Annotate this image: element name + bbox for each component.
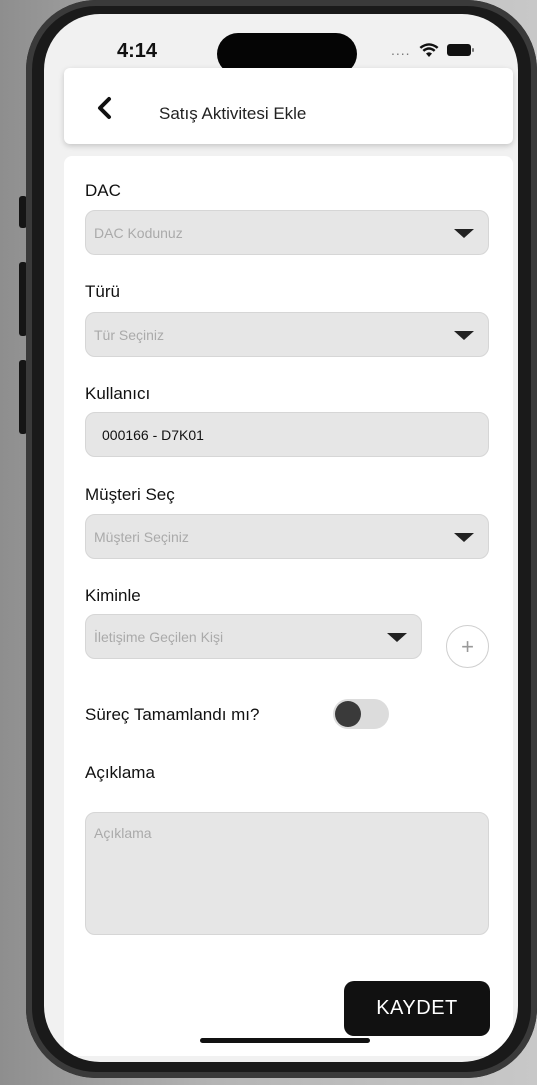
dac-select[interactable]: DAC Kodunuz <box>85 210 489 255</box>
battery-icon <box>446 44 474 56</box>
turu-placeholder: Tür Seçiniz <box>94 326 165 343</box>
kiminle-placeholder: İletişime Geçilen Kişi <box>94 628 224 645</box>
caret-down-icon <box>454 331 474 340</box>
caret-down-icon <box>454 229 474 238</box>
chevron-left-icon[interactable] <box>94 96 114 120</box>
kullanici-field[interactable]: 000166 - D7K01 <box>85 412 489 457</box>
caret-down-icon <box>454 533 474 542</box>
status-time: 4:14 <box>117 40 158 62</box>
kullanici-label: Kullanıcı <box>85 384 151 403</box>
aciklama-textarea[interactable]: Açıklama <box>85 812 489 935</box>
toggle-knob <box>335 701 361 727</box>
musteri-select[interactable]: Müşteri Seçiniz <box>85 514 489 559</box>
dac-placeholder: DAC Kodunuz <box>94 224 183 241</box>
musteri-placeholder: Müşteri Seçiniz <box>94 528 189 545</box>
kiminle-select[interactable]: İletişime Geçilen Kişi <box>85 614 422 659</box>
musteri-label: Müşteri Seç <box>85 485 175 504</box>
phone-screen: 4:14 .... Satış Aktivitesi Ekle DAC DAC … <box>44 14 518 1062</box>
surec-label: Süreç Tamamlandı mı? <box>85 705 260 724</box>
plus-icon: + <box>461 633 474 659</box>
dac-label: DAC <box>85 181 121 200</box>
add-contact-button[interactable]: + <box>446 625 489 668</box>
aciklama-placeholder: Açıklama <box>94 825 152 841</box>
app-header: Satış Aktivitesi Ekle <box>64 68 513 144</box>
signal-icon: .... <box>391 42 411 58</box>
caret-down-icon <box>387 633 407 642</box>
turu-select[interactable]: Tür Seçiniz <box>85 312 489 357</box>
save-button[interactable]: KAYDET <box>344 981 490 1036</box>
home-indicator <box>200 1038 370 1043</box>
wifi-icon <box>419 42 439 57</box>
page-title: Satış Aktivitesi Ekle <box>159 104 307 123</box>
kullanici-value: 000166 - D7K01 <box>102 426 204 443</box>
form-card: DAC DAC Kodunuz Türü Tür Seçiniz Kullanı… <box>64 156 513 1056</box>
turu-label: Türü <box>85 282 120 301</box>
kiminle-label: Kiminle <box>85 586 141 605</box>
surec-toggle[interactable] <box>333 699 389 729</box>
aciklama-label: Açıklama <box>85 763 155 782</box>
status-icons: .... <box>391 42 474 58</box>
